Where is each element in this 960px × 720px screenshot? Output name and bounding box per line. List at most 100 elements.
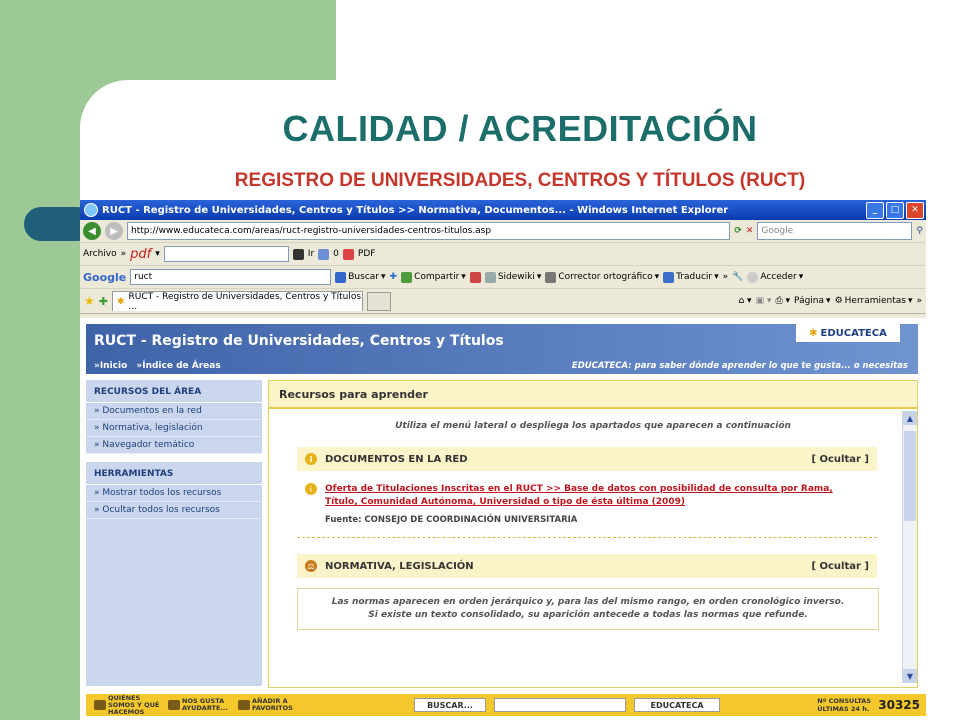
scroll-up-icon[interactable]: ▲ bbox=[903, 411, 917, 425]
address-url: http://www.educateca.com/areas/ruct-regi… bbox=[131, 226, 492, 236]
stop-icon[interactable]: ✕ bbox=[746, 226, 754, 236]
ruct-header: RUCT - Registro de Universidades, Centro… bbox=[86, 324, 918, 374]
note-line-2: Si existe un texto consolidado, su apari… bbox=[368, 610, 808, 620]
star-icon bbox=[238, 700, 250, 710]
slide-subtitle: REGISTRO DE UNIVERSIDADES, CENTROS Y TÍT… bbox=[234, 170, 806, 191]
resource-link[interactable]: Oferta de Titulaciones Inscritas en el R… bbox=[325, 483, 865, 509]
section-normativa[interactable]: ⚖ NORMATIVA, LEGISLACIÓN [ Ocultar ] bbox=[297, 554, 877, 578]
footer-quienes[interactable]: QUIÉNES SOMOS Y QUÉ HACEMOS bbox=[94, 694, 160, 716]
spellcheck-icon bbox=[545, 271, 557, 283]
sidewiki-label: Sidewiki bbox=[497, 272, 535, 282]
sidebar-gap bbox=[86, 454, 262, 462]
new-tab-button[interactable] bbox=[366, 291, 391, 311]
sidebar-section-recursos: RECURSOS DEL ÁREA bbox=[86, 380, 262, 403]
share-label: Compartir bbox=[414, 272, 460, 282]
go-label[interactable]: Ir bbox=[308, 249, 314, 259]
section-normativa-label: NORMATIVA, LEGISLACIÓN bbox=[325, 560, 474, 572]
home-icon[interactable]: ⌂ ▾ bbox=[738, 296, 751, 306]
resource-source: Fuente: CONSEJO DE COORDINACIÓN UNIVERSI… bbox=[325, 515, 578, 525]
scroll-down-icon[interactable]: ▼ bbox=[903, 669, 917, 683]
popup-block-icon[interactable] bbox=[469, 271, 481, 283]
wrench-icon[interactable]: 🔧 bbox=[732, 272, 743, 282]
tools-menu[interactable]: ⚙ Herramientas ▾ bbox=[835, 296, 913, 306]
address-field[interactable]: http://www.educateca.com/areas/ruct-regi… bbox=[127, 222, 731, 240]
search-placeholder: Google bbox=[761, 226, 794, 236]
translate-label: Traducir bbox=[676, 272, 713, 282]
sidebar-item-navegador[interactable]: » Navegador temático bbox=[86, 437, 262, 454]
plus-icon[interactable]: ✚ bbox=[390, 272, 398, 282]
search-input[interactable]: Google bbox=[757, 222, 913, 240]
add-favorite-icon[interactable]: ✚ bbox=[99, 295, 108, 308]
back-icon[interactable]: ◀ bbox=[83, 222, 101, 240]
translate-button[interactable]: Traducir ▾ bbox=[663, 271, 719, 283]
maximize-button[interactable]: □ bbox=[886, 201, 904, 219]
nav-inicio[interactable]: »Inicio bbox=[94, 361, 127, 371]
pdf-button[interactable]: PDF bbox=[358, 249, 376, 259]
page-menu[interactable]: Página ▾ bbox=[794, 296, 831, 306]
share-button[interactable]: Compartir ▾ bbox=[401, 271, 466, 283]
scroll-thumb[interactable] bbox=[904, 431, 916, 521]
footer-search-input[interactable] bbox=[494, 698, 626, 712]
section-documentos[interactable]: i DOCUMENTOS EN LA RED [ Ocultar ] bbox=[297, 447, 877, 471]
google-query: ruct bbox=[134, 272, 153, 282]
sidewiki-button[interactable]: Sidewiki ▾ bbox=[484, 271, 541, 283]
sidebar-section-herramientas: HERRAMIENTAS bbox=[86, 462, 262, 485]
chevron-down-icon[interactable]: ▾ bbox=[155, 249, 160, 259]
ruct-title: RUCT - Registro de Universidades, Centro… bbox=[94, 333, 504, 349]
toolbar-chevron[interactable]: » bbox=[121, 249, 127, 259]
more-chevron[interactable]: » bbox=[723, 272, 729, 282]
scrollbar[interactable]: ▲ ▼ bbox=[902, 411, 917, 683]
pdf-logo[interactable]: pdf bbox=[130, 247, 151, 262]
user-icon bbox=[747, 271, 759, 283]
sidebar-item-mostrar[interactable]: » Mostrar todos los recursos bbox=[86, 485, 262, 502]
google-toolbar: Google ruct Buscar ▾ ✚ Compartir ▾ Sidew… bbox=[80, 266, 926, 289]
ocultar-normativa-button[interactable]: [ Ocultar ] bbox=[811, 561, 869, 572]
sign-in-button[interactable]: Acceder ▾ bbox=[747, 271, 803, 283]
print-icon[interactable]: ⎙ ▾ bbox=[775, 296, 790, 306]
footer-bar: QUIÉNES SOMOS Y QUÉ HACEMOS NOS GUSTA AY… bbox=[86, 694, 926, 716]
favorites-star-icon[interactable]: ★ bbox=[84, 294, 95, 308]
go-arrow-icon[interactable] bbox=[292, 248, 304, 260]
window-titlebar: RUCT - Registro de Universidades, Centro… bbox=[80, 200, 926, 220]
tab-ruct[interactable]: ✱ RUCT - Registro de Universidades, Cent… bbox=[111, 291, 363, 312]
pdf-url-field[interactable] bbox=[163, 246, 289, 262]
google-search-label: Buscar bbox=[348, 272, 379, 282]
footer-favoritos-label: AÑADIR A FAVORITOS bbox=[252, 697, 293, 712]
footer-search-button[interactable]: BUSCAR... bbox=[414, 698, 486, 712]
ie-logo-icon bbox=[84, 203, 98, 217]
pdf-icon[interactable] bbox=[342, 248, 354, 260]
footer-nos-gusta-label: NOS GUSTA AYUDARTE... bbox=[182, 697, 228, 712]
intro-text: Utiliza el menú lateral o despliega los … bbox=[395, 421, 791, 431]
translate-icon bbox=[663, 271, 675, 283]
page-icon[interactable] bbox=[318, 248, 330, 260]
ocultar-documentos-button[interactable]: [ Ocultar ] bbox=[811, 454, 869, 465]
refresh-icon[interactable]: ⟳ bbox=[734, 226, 742, 236]
tab-bar: ★ ✚ ✱ RUCT - Registro de Universidades, … bbox=[80, 289, 926, 314]
minimize-button[interactable]: _ bbox=[866, 201, 884, 219]
google-query-field[interactable]: ruct bbox=[130, 269, 332, 285]
share-icon bbox=[401, 271, 413, 283]
google-search-button[interactable]: Buscar ▾ bbox=[335, 271, 386, 283]
sidebar-item-documentos[interactable]: » Documentos en la red bbox=[86, 403, 262, 420]
sidebar-item-ocultar[interactable]: » Ocultar todos los recursos bbox=[86, 502, 262, 519]
menu-archivo[interactable]: Archivo bbox=[83, 249, 117, 259]
forward-icon[interactable]: ▶ bbox=[105, 222, 123, 240]
scales-icon: ⚖ bbox=[305, 560, 317, 572]
footer-educateca-button[interactable]: EDUCATECA bbox=[634, 698, 720, 712]
main-panel: Recursos para aprender Utiliza el menú l… bbox=[268, 380, 918, 688]
rss-icon[interactable]: ▣ ▾ bbox=[756, 296, 772, 306]
footer-favoritos[interactable]: AÑADIR A FAVORITOS bbox=[238, 698, 302, 712]
spellcheck-button[interactable]: Corrector ortográfico ▾ bbox=[545, 271, 659, 283]
nav-indice[interactable]: »Índice de Áreas bbox=[136, 361, 220, 371]
sidewiki-icon bbox=[484, 271, 496, 283]
toolbar-overflow[interactable]: » bbox=[916, 296, 922, 306]
educateca-logo[interactable]: ✱ EDUCATECA bbox=[796, 324, 900, 342]
educateca-favicon: ✱ bbox=[116, 296, 125, 307]
sidebar-item-normativa[interactable]: » Normativa, legislación bbox=[86, 420, 262, 437]
close-button[interactable]: ✕ bbox=[906, 201, 924, 219]
note-line-1: Las normas aparecen en orden jerárquico … bbox=[331, 597, 845, 607]
footer-nos-gusta[interactable]: NOS GUSTA AYUDARTE... bbox=[168, 698, 230, 712]
gear-icon: ⚙ bbox=[834, 296, 843, 306]
counter-label: Nº CONSULTAS ÚLTIMAS 24 h. bbox=[817, 697, 872, 713]
search-icon[interactable]: ⚲ bbox=[916, 226, 923, 236]
